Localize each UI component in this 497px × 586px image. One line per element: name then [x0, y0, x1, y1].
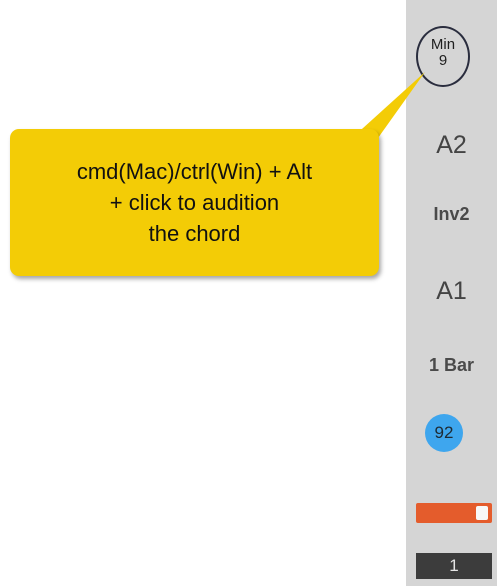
level-slider[interactable] [416, 503, 492, 523]
inversion-selector[interactable]: Inv2 [406, 204, 497, 225]
audition-tooltip: cmd(Mac)/ctrl(Win) + Alt + click to audi… [10, 129, 379, 276]
tempo-badge[interactable]: 92 [425, 414, 463, 452]
length-selector[interactable]: 1 Bar [406, 355, 497, 376]
tooltip-text: cmd(Mac)/ctrl(Win) + Alt + click to audi… [76, 159, 313, 246]
slider-handle[interactable] [476, 506, 488, 520]
counter-field[interactable]: 1 [416, 553, 492, 579]
chord-number-label: 9 [438, 52, 448, 69]
chord-quality-label: Min [430, 36, 456, 53]
note-selector[interactable]: A1 [406, 277, 497, 306]
octave-selector[interactable]: A2 [406, 131, 497, 160]
chord-button[interactable]: Min 9 [416, 26, 470, 87]
